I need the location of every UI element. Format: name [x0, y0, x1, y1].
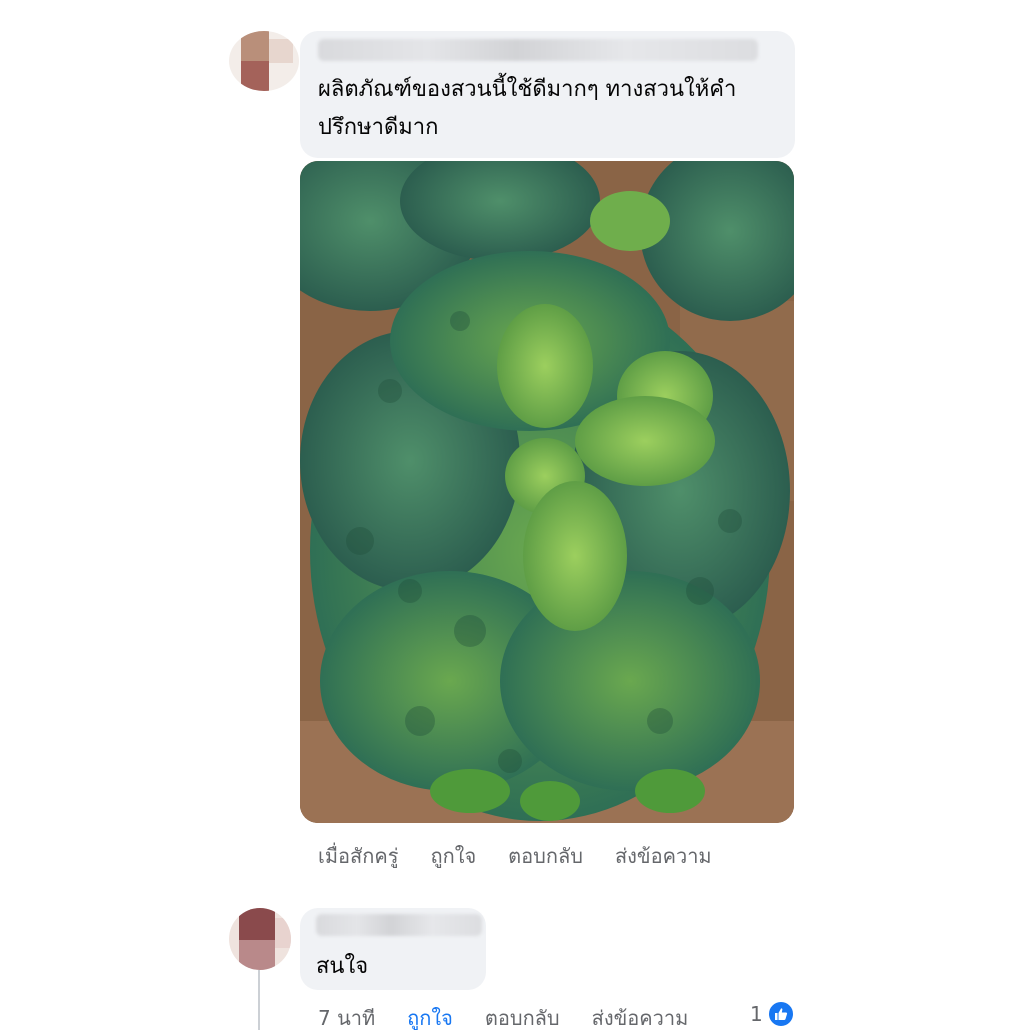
reply-button[interactable]: ตอบกลับ: [508, 840, 583, 872]
thread-line: [258, 970, 260, 1030]
comment-text: ผลิตภัณฑ์ของสวนนี้ใช้ดีมากๆ ทางสวนให้คำ …: [318, 71, 788, 147]
comment-text-line: ปรึกษาดีมาก: [318, 115, 439, 140]
comment-timestamp[interactable]: 7 นาที: [318, 1002, 375, 1034]
commenter-name-redacted[interactable]: [316, 914, 482, 936]
commenter-name-redacted[interactable]: [318, 39, 758, 61]
commenter-avatar[interactable]: [229, 31, 299, 91]
comment-actions: 7 นาที ถูกใจ ตอบกลับ ส่งข้อความ: [318, 1002, 720, 1034]
kale-image: [300, 161, 794, 823]
kale-photo[interactable]: [300, 161, 794, 823]
send-message-button[interactable]: ส่งข้อความ: [615, 840, 712, 872]
comment-text: สนใจ: [316, 954, 369, 979]
comment-bubble: ผลิตภัณฑ์ของสวนนี้ใช้ดีมากๆ ทางสวนให้คำ …: [300, 31, 795, 158]
comment-timestamp[interactable]: เมื่อสักครู่: [318, 840, 398, 872]
send-message-button[interactable]: ส่งข้อความ: [592, 1002, 689, 1034]
reply-button[interactable]: ตอบกลับ: [485, 1002, 560, 1034]
comment-bubble: สนใจ: [300, 908, 486, 990]
like-button[interactable]: ถูกใจ: [430, 840, 476, 872]
reaction-count-value: 1: [750, 1002, 763, 1026]
comment-actions: เมื่อสักครู่ ถูกใจ ตอบกลับ ส่งข้อความ: [318, 840, 744, 872]
comment-text-line: ผลิตภัณฑ์ของสวนนี้ใช้ดีมากๆ ทางสวนให้คำ: [318, 77, 737, 102]
commenter-avatar[interactable]: [229, 908, 291, 970]
like-button[interactable]: ถูกใจ: [407, 1002, 453, 1034]
